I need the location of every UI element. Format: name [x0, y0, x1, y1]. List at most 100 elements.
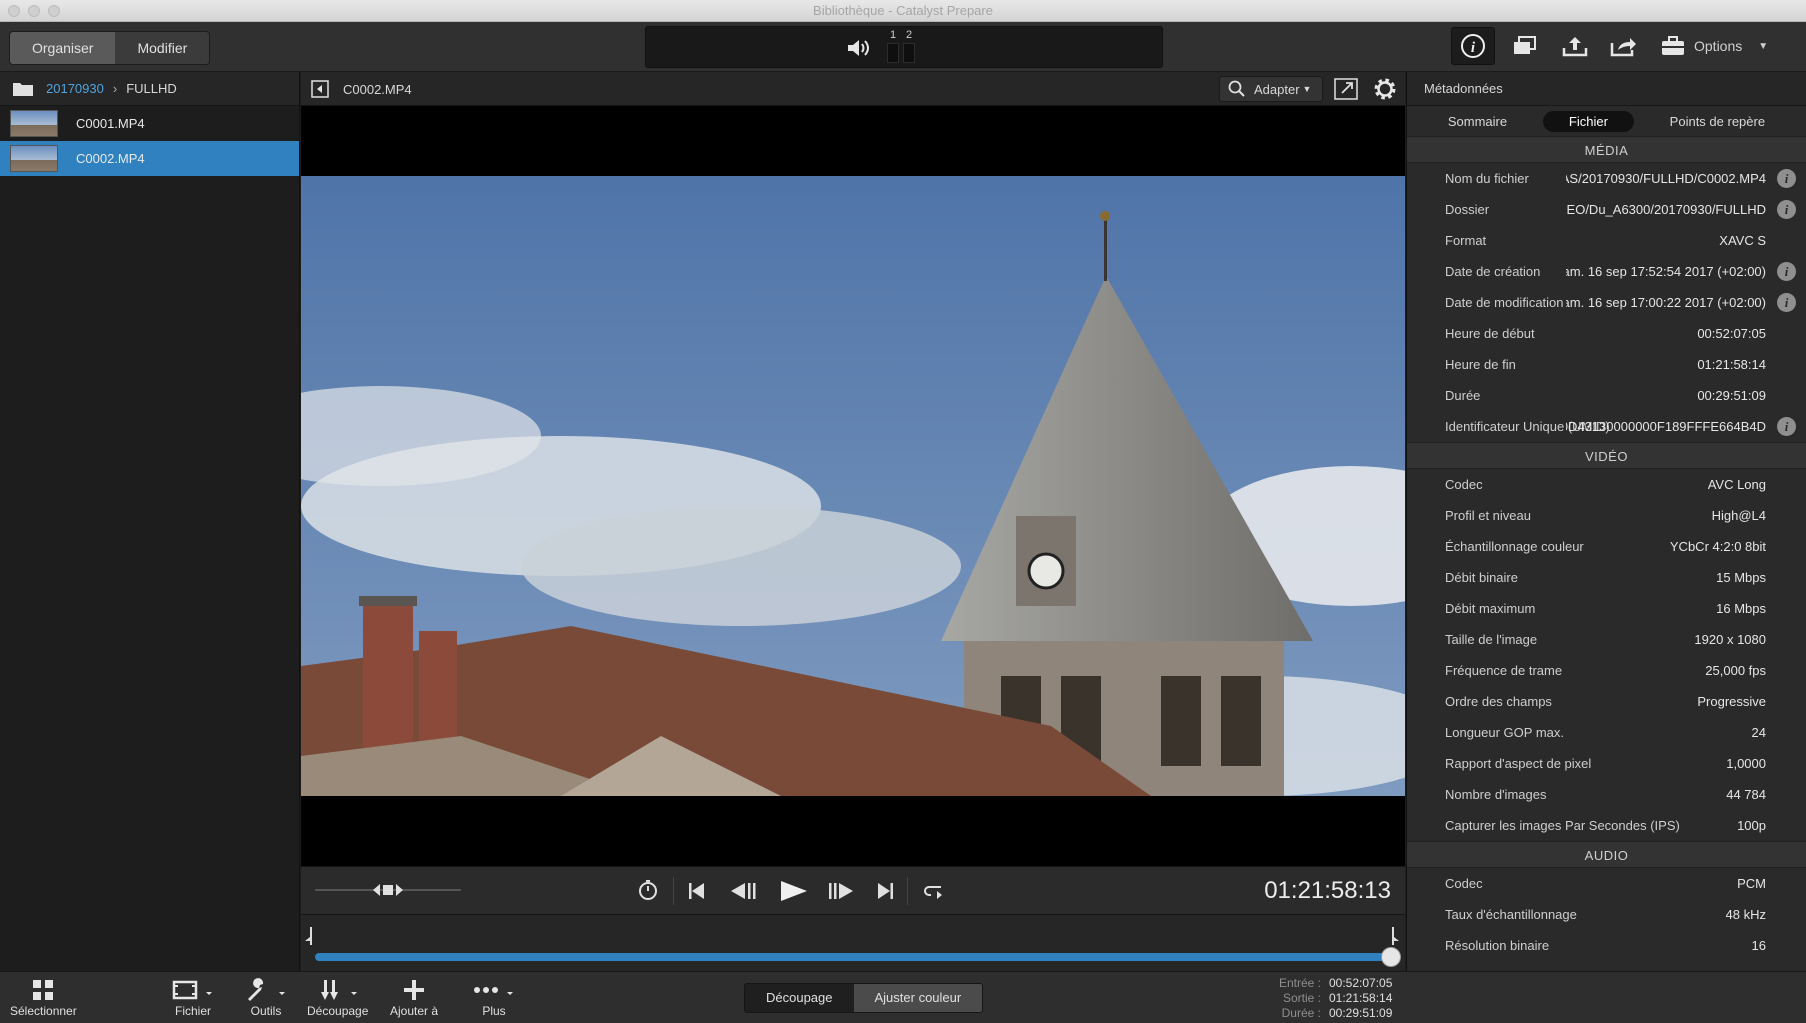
briefcase-icon [1662, 36, 1684, 55]
info-icon[interactable]: i [1777, 293, 1796, 312]
library-sidebar: 20170930 › FULLHD C0001.MP4 C0002.MP4 [0, 72, 300, 971]
breadcrumb-current[interactable]: FULLHD [126, 81, 177, 96]
metadata-row: Durée 00:29:51:09 [1407, 380, 1806, 411]
share-button[interactable] [1602, 27, 1646, 65]
file-item-c0001[interactable]: C0001.MP4 [0, 106, 299, 141]
go-to-end-icon[interactable] [875, 881, 895, 901]
loop-icon[interactable] [923, 881, 945, 901]
metadata-key: Codec [1445, 477, 1483, 492]
metadata-row: Heure de début 00:52:07:05 [1407, 318, 1806, 349]
file-name: C0002.MP4 [76, 151, 145, 166]
metadata-tabs: Sommaire Fichier Points de repère [1407, 106, 1806, 136]
chevron-down-icon: ▼ [1758, 40, 1769, 52]
tools-label: Outils [250, 1004, 282, 1018]
tab-fichier[interactable]: Fichier [1542, 110, 1634, 132]
info-icon[interactable]: i [1777, 262, 1796, 281]
out-point-marker-icon[interactable] [1389, 927, 1399, 947]
video-section-header: VIDÉO [1407, 442, 1806, 469]
metadata-value: /Volumes/NAS/20170930/FULLHD/C0002.MP4 [1566, 171, 1766, 186]
upload-button[interactable] [1553, 27, 1597, 65]
metadata-row: Nom du fichier/Volumes/NAS/20170930/FULL… [1407, 163, 1806, 194]
breadcrumb: 20170930 › FULLHD [0, 72, 299, 106]
add-to-button[interactable]: Ajouter à [390, 978, 438, 1018]
copy-button[interactable] [1503, 27, 1547, 65]
timeline[interactable] [301, 914, 1405, 971]
zoom-dropdown[interactable]: Adapter ▼ [1219, 76, 1323, 102]
shuttle-handle-icon[interactable] [373, 883, 403, 897]
breadcrumb-folder-link[interactable]: 20170930 [46, 81, 104, 96]
metadata-key: Durée [1445, 388, 1481, 403]
metadata-key: Échantillonnage couleur [1445, 539, 1584, 554]
playhead-handle[interactable] [1381, 947, 1401, 967]
volume-icon[interactable] [845, 37, 873, 59]
more-menu-button[interactable]: Plus [472, 978, 516, 1018]
options-menu[interactable]: Options ▼ [1660, 27, 1768, 65]
main-toolbar: Organiser Modifier 1 2 i Options ▼ [0, 22, 1806, 72]
metadata-value: 15 Mbps [1716, 570, 1766, 585]
split-clip-icon [320, 980, 357, 1000]
current-timecode: 01:21:58:13 [1264, 877, 1391, 904]
in-point-marker-icon[interactable] [305, 927, 315, 947]
metadata-value: 24 [1751, 725, 1766, 740]
audio-monitor: 1 2 [645, 26, 1163, 68]
metadata-row: Rapport d'aspect de pixel 1,0000 [1407, 748, 1806, 779]
modifier-tab[interactable]: Modifier [115, 32, 210, 64]
tab-sommaire[interactable]: Sommaire [1422, 111, 1533, 132]
file-item-c0002[interactable]: C0002.MP4 [0, 141, 299, 176]
collapse-sidebar-icon[interactable] [311, 80, 329, 98]
stopwatch-icon[interactable] [637, 879, 659, 901]
info-icon[interactable]: i [1777, 417, 1796, 436]
organiser-tab[interactable]: Organiser [10, 32, 116, 64]
metadata-key: Débit binaire [1445, 570, 1518, 585]
next-frame-icon[interactable] [827, 881, 855, 901]
in-value: 00:52:07:05 [1329, 976, 1393, 990]
transport-bar: 01:21:58:13 [301, 866, 1405, 914]
tab-points-de-repere[interactable]: Points de repère [1644, 111, 1791, 132]
select-label: Sélectionner [10, 1004, 77, 1018]
duration-value: 00:29:51:09 [1329, 1006, 1393, 1020]
metadata-row: Taux d'échantillonnage 48 kHz [1407, 899, 1806, 930]
video-frame-image [301, 176, 1405, 796]
file-menu-button[interactable]: Fichier [171, 978, 215, 1018]
info-button[interactable]: i [1451, 27, 1495, 65]
tab-ajuster-couleur[interactable]: Ajuster couleur [853, 984, 983, 1012]
zoom-label: Adapter [1254, 81, 1300, 97]
info-icon[interactable]: i [1777, 200, 1796, 219]
info-icon[interactable]: i [1777, 169, 1796, 188]
metadata-key: Nombre d'images [1445, 787, 1547, 802]
tools-menu-button[interactable]: Outils [244, 978, 288, 1018]
metadata-value: 1,0000 [1726, 756, 1766, 771]
film-icon [172, 980, 212, 1000]
timeline-range-bar[interactable] [315, 953, 1391, 961]
file-name: C0001.MP4 [76, 116, 145, 131]
audio-meter-2 [903, 43, 915, 63]
metadata-key: Rapport d'aspect de pixel [1445, 756, 1592, 771]
go-to-start-icon[interactable] [687, 881, 707, 901]
clip-thumbnail [10, 110, 58, 137]
gear-icon[interactable] [1373, 77, 1397, 101]
metadata-key: Fréquence de trame [1445, 663, 1563, 678]
fullscreen-icon[interactable] [1334, 78, 1358, 100]
metadata-key: Format [1445, 233, 1487, 248]
metadata-value: 100p [1737, 818, 1766, 833]
separator [673, 877, 674, 905]
separator [907, 877, 908, 905]
options-label: Options [1694, 38, 1743, 54]
previous-frame-icon[interactable] [729, 881, 757, 901]
clip-name: C0002.MP4 [343, 82, 412, 97]
metadata-row: Heure de fin 01:21:58:14 [1407, 349, 1806, 380]
metadata-row: Débit binaire 1536 Kbps [1407, 961, 1806, 971]
metadata-value: Progressive [1697, 694, 1766, 709]
tab-decoupage[interactable]: Découpage [745, 984, 854, 1012]
select-button[interactable]: Sélectionner [10, 978, 77, 1018]
cut-menu-button[interactable]: Découpage [307, 978, 368, 1018]
metadata-key: Profil et niveau [1445, 508, 1531, 523]
metadata-key: Heure de début [1445, 326, 1535, 341]
video-viewer[interactable] [301, 106, 1405, 866]
file-label: Fichier [174, 1004, 211, 1018]
metadata-key: Ordre des champs [1445, 694, 1552, 709]
play-icon[interactable] [779, 880, 809, 902]
folder-icon[interactable] [12, 81, 34, 97]
metadata-row: Date de création sam. 16 sep 17:52:54 201… [1407, 256, 1806, 287]
metadata-value: High@L4 [1711, 508, 1766, 523]
